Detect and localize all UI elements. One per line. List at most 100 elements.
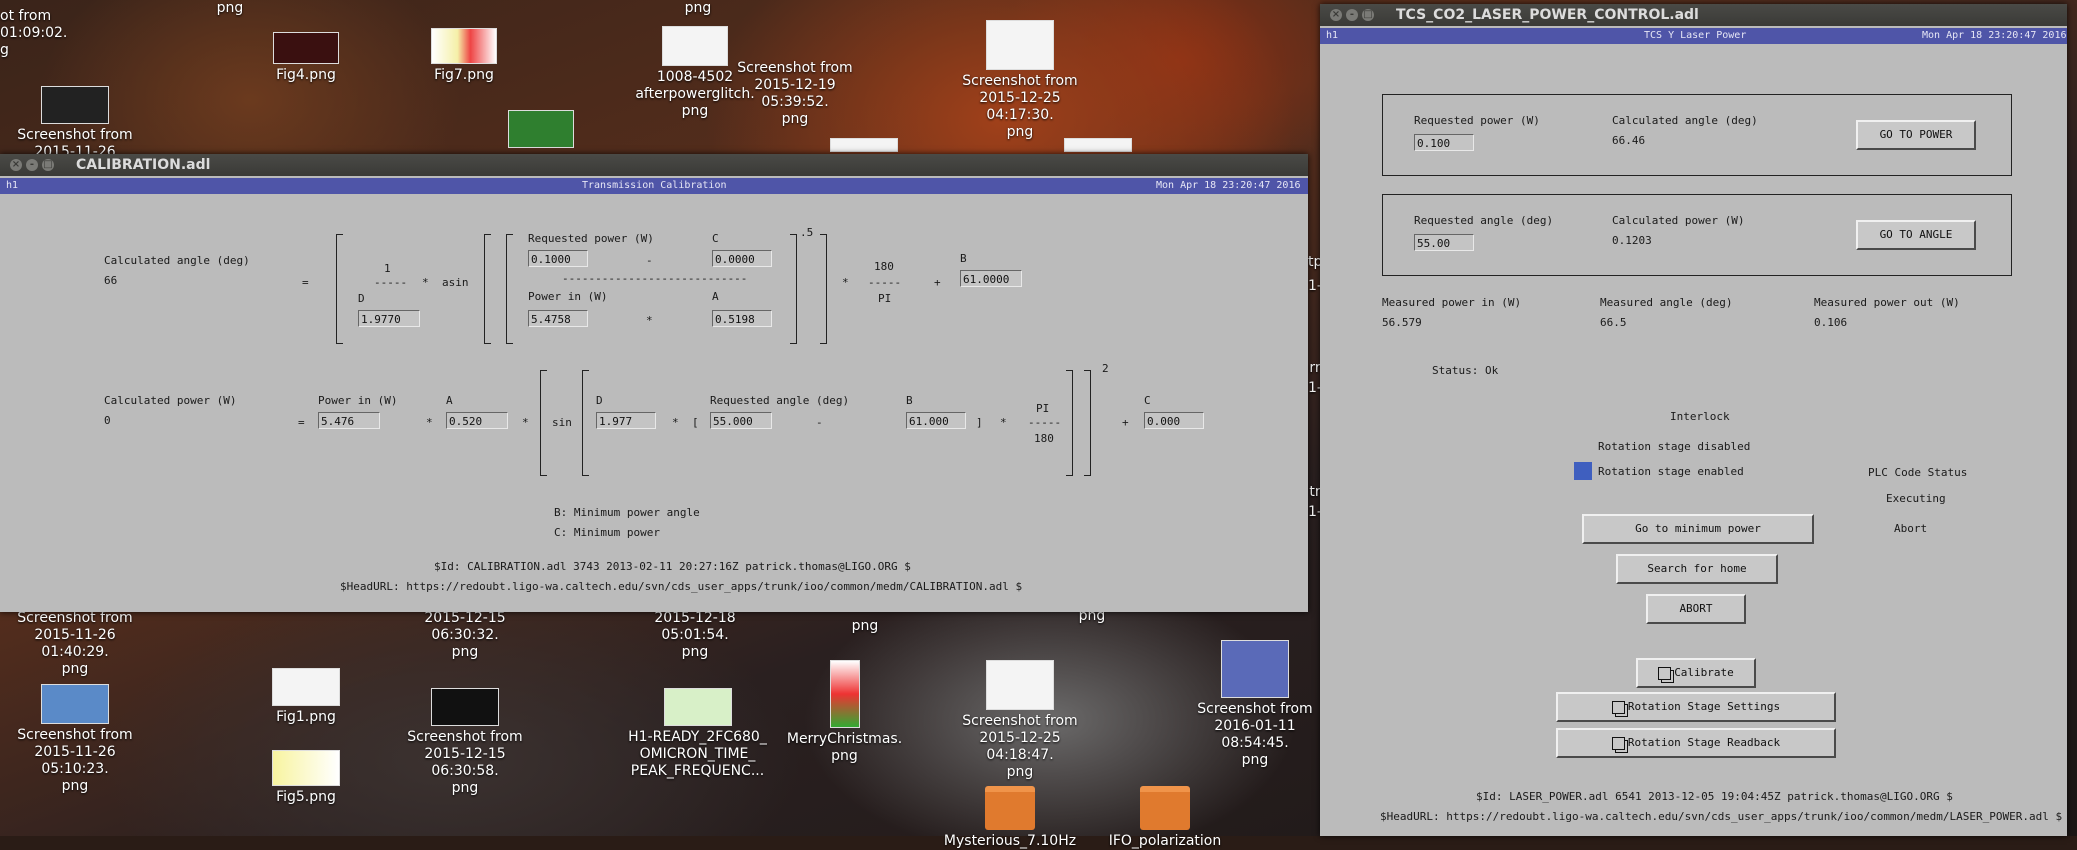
desktop-icon-fig4[interactable]: Fig4.png xyxy=(266,32,346,84)
calc-power-label: Calculated power (W) xyxy=(1612,214,1745,227)
image-thumbnail-icon xyxy=(41,86,109,124)
right-square-bracket: ] xyxy=(976,416,983,429)
desktop-icon-screenshot-20151218[interactable]: 2015-12-18 05:01:54. png xyxy=(620,610,770,661)
close-icon[interactable]: × xyxy=(10,159,22,171)
icon-label: Fig5.png xyxy=(276,789,336,805)
A-field[interactable]: 0.5198 xyxy=(712,310,772,327)
desktop-icon-fig7[interactable]: Fig7.png xyxy=(424,28,504,84)
icon-label: MerryChristmas. xyxy=(786,731,903,747)
A-label: A xyxy=(446,394,453,407)
rotation-stage-settings-button[interactable]: Rotation Stage Settings xyxy=(1556,692,1836,722)
exponent: .5 xyxy=(800,226,814,239)
equals-sign: = xyxy=(298,416,305,429)
fraction-bar: ---------------------------- xyxy=(562,272,748,285)
interlock-label: Interlock xyxy=(1670,410,1730,423)
left-square-bracket: [ xyxy=(692,416,699,429)
desktop-icon-screenshot-20151126-0510[interactable]: Screenshot from 2015-11-26 05:10:23. png xyxy=(0,684,150,795)
icon-label: Screenshot from xyxy=(962,73,1078,89)
desktop-icon-fig1[interactable]: Fig1.png xyxy=(266,668,346,726)
req-power-field[interactable]: 0.100 xyxy=(1414,134,1474,151)
desktop-icon-folder-mysterious[interactable]: Mysterious_7.10Hz xyxy=(930,786,1090,850)
B-field[interactable]: 61.000 xyxy=(906,412,966,429)
icon-label: png xyxy=(781,111,809,127)
image-thumbnail-icon xyxy=(431,688,499,726)
image-thumbnail-icon xyxy=(1221,640,1289,698)
minimize-icon[interactable]: - xyxy=(26,159,38,171)
power-in-field[interactable]: 5.476 xyxy=(318,412,380,429)
desktop-icon-screenshot-partial[interactable]: ot from 01:09:02. g xyxy=(0,8,70,59)
desktop-icon-fig5[interactable]: Fig5.png xyxy=(266,750,346,806)
minimize-icon[interactable]: - xyxy=(1346,9,1358,21)
measured-power-out-value: 0.106 xyxy=(1814,316,1848,329)
close-icon[interactable]: × xyxy=(1330,9,1342,21)
A-field[interactable]: 0.520 xyxy=(446,412,508,429)
req-angle-field[interactable]: 55.000 xyxy=(710,412,772,429)
minus-sign: - xyxy=(646,254,653,267)
search-for-home-button[interactable]: Search for home xyxy=(1616,554,1778,584)
timestamp: Mon Apr 18 23:20:47 2016 xyxy=(1922,30,2067,41)
C-label: C xyxy=(1144,394,1151,407)
window-title: TCS_CO2_LASER_POWER_CONTROL.adl xyxy=(1396,7,1699,23)
abort-button[interactable]: ABORT xyxy=(1646,594,1746,624)
image-thumbnail-icon xyxy=(829,660,860,728)
C-field[interactable]: 0.000 xyxy=(1144,412,1204,429)
display-title: Transmission Calibration xyxy=(582,180,727,191)
power-in-label: Power in (W) xyxy=(528,290,608,303)
req-angle-label: Requested angle (deg) xyxy=(1414,214,1554,227)
medm-header-bar: h1 TCS Y Laser Power Mon Apr 18 23:20:47… xyxy=(1320,28,2067,44)
rotation-stage-settings-label: Rotation Stage Settings xyxy=(1627,700,1781,713)
icon-label: png xyxy=(851,618,879,634)
desktop-icon-screenshot-20151225-b[interactable]: Screenshot from 2015-12-25 04:18:47. png xyxy=(950,660,1090,781)
related-display-icon xyxy=(1611,736,1625,750)
D-field[interactable]: 1.977 xyxy=(596,412,656,429)
calc-power-label: Calculated power (W) xyxy=(104,394,237,407)
desktop-icon-screenshot-20160111[interactable]: Screenshot from 2016-01-11 08:54:45. png xyxy=(1180,640,1330,769)
status-text: Status: Ok xyxy=(1432,364,1499,377)
go-to-power-button[interactable]: GO TO POWER xyxy=(1856,120,1976,150)
image-thumbnail-icon[interactable] xyxy=(830,138,898,152)
desktop-icon-screenshot-20151215-0630-58[interactable]: Screenshot from 2015-12-15 06:30:58. png xyxy=(390,688,540,797)
rotation-stage-readback-button[interactable]: Rotation Stage Readback xyxy=(1556,728,1836,758)
desktop-icon-merrychristmas[interactable]: MerryChristmas. png xyxy=(782,660,907,765)
calc-power-value: 0 xyxy=(104,414,111,427)
window-title: CALIBRATION.adl xyxy=(76,157,211,173)
desktop-icon-h1-ready[interactable]: H1-READY_2FC680_ OMICRON_TIME_ PEAK_FREQ… xyxy=(620,688,775,780)
B-field[interactable]: 61.0000 xyxy=(960,270,1022,287)
D-field[interactable]: 1.9770 xyxy=(358,310,420,327)
desktop-icon-png-3[interactable]: png xyxy=(845,618,885,635)
laser-power-titlebar[interactable]: × - □ TCS_CO2_LASER_POWER_CONTROL.adl xyxy=(1320,4,2067,26)
icon-label: Screenshot from xyxy=(17,127,133,143)
desktop-icon-png-2[interactable]: png xyxy=(678,0,718,17)
desktop-icon-screenshot-20151215-0630[interactable]: 2015-12-15 06:30:32. png xyxy=(390,610,540,661)
power-in-field[interactable]: 5.4758 xyxy=(528,310,588,327)
req-power-field[interactable]: 0.1000 xyxy=(528,250,588,267)
image-thumbnail-icon[interactable] xyxy=(508,110,574,148)
svn-headurl: $HeadURL: https://redoubt.ligo-wa.caltec… xyxy=(340,580,1023,593)
svn-id: $Id: LASER_POWER.adl 6541 2013-12-05 19:… xyxy=(1476,790,1953,803)
calibration-titlebar[interactable]: × - □ CALIBRATION.adl xyxy=(0,154,1308,176)
go-to-minimum-power-button[interactable]: Go to minimum power xyxy=(1582,514,1814,544)
sin-label: sin xyxy=(552,416,572,429)
desktop-icon-folder-ifo-polarization[interactable]: IFO_polarization xyxy=(1090,786,1240,850)
maximize-icon[interactable]: □ xyxy=(1362,9,1374,21)
icon-label: Fig7.png xyxy=(434,67,494,83)
calibrate-button[interactable]: Calibrate xyxy=(1636,658,1756,688)
calibrate-label: Calibrate xyxy=(1674,666,1734,679)
maximize-icon[interactable]: □ xyxy=(42,159,54,171)
desktop-icon-screenshot-20151219[interactable]: Screenshot from 2015-12-19 05:39:52. png xyxy=(720,60,870,128)
numerator-one: 1 xyxy=(384,262,391,275)
req-angle-field[interactable]: 55.00 xyxy=(1414,234,1474,251)
desktop-icon-screenshot-20151126-0140[interactable]: Screenshot from 2015-11-26 01:40:29. png xyxy=(0,610,150,678)
C-field[interactable]: 0.0000 xyxy=(712,250,772,267)
icon-label: g xyxy=(0,42,9,58)
executing-label: Executing xyxy=(1886,492,1946,505)
icon-label: ot from xyxy=(0,8,52,24)
desktop-icon-screenshot-20151225-a[interactable]: Screenshot from 2015-12-25 04:17:30. png xyxy=(950,20,1090,141)
icon-label: 2015-12-19 05:39:52. xyxy=(754,77,836,110)
image-thumbnail-icon[interactable] xyxy=(1064,138,1132,152)
image-thumbnail-icon xyxy=(272,750,340,786)
folder-icon xyxy=(1140,786,1190,830)
go-to-angle-button[interactable]: GO TO ANGLE xyxy=(1856,220,1976,250)
desktop-icon-png[interactable]: png xyxy=(210,0,250,17)
medm-header-bar: h1 Transmission Calibration Mon Apr 18 2… xyxy=(0,178,1308,194)
